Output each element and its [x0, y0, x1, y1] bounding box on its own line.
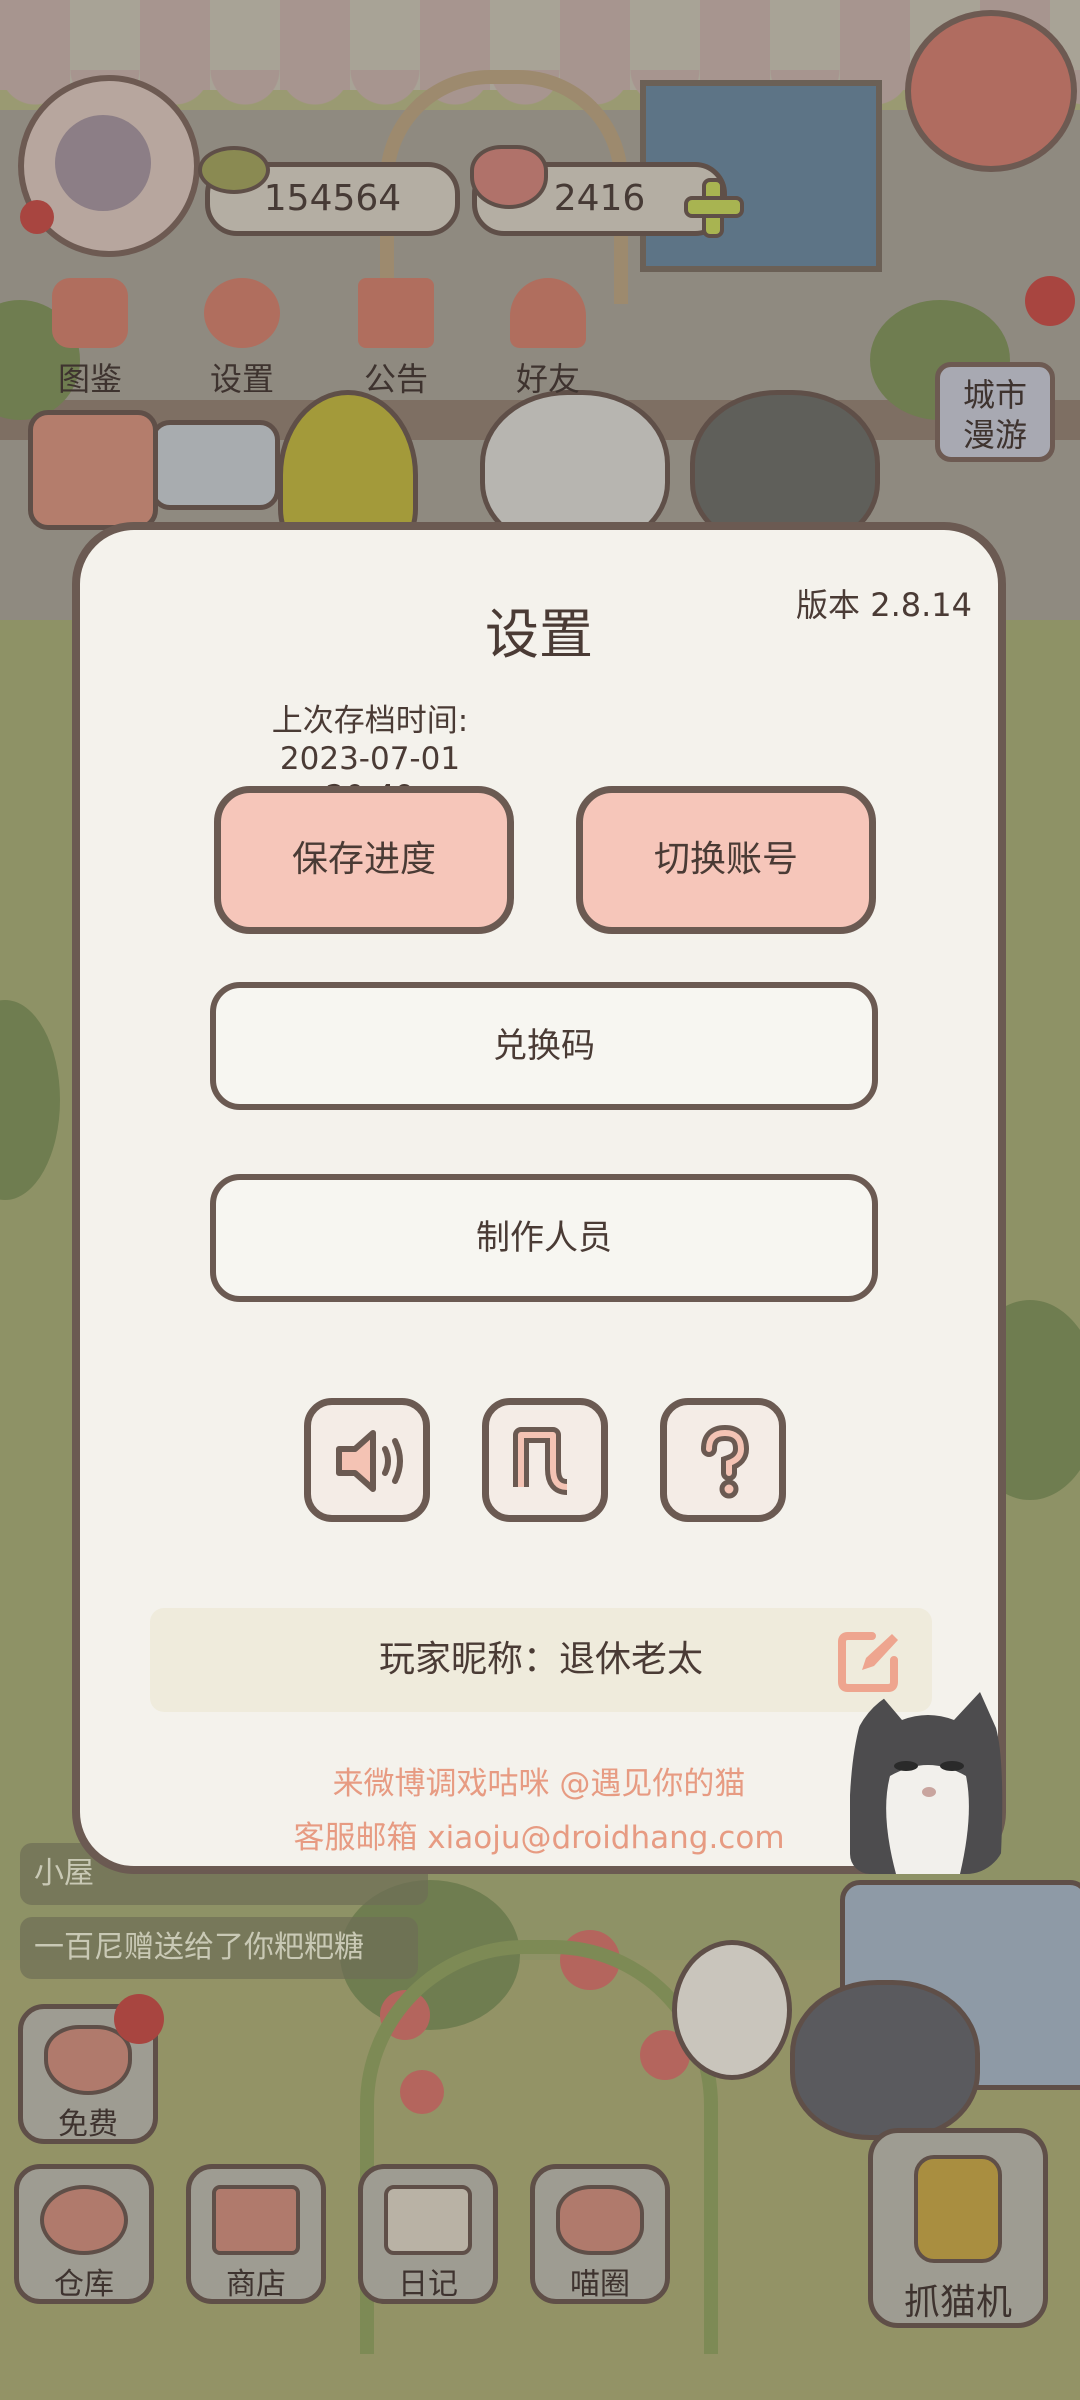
shop-label: 商店	[226, 2267, 286, 2302]
switch-account-button[interactable]: 切换账号	[576, 786, 876, 934]
notification-dot	[114, 1994, 164, 2044]
dog-character[interactable]	[790, 1980, 980, 2140]
city-travel-button[interactable]: 城市漫游	[935, 362, 1055, 462]
notepad-icon[interactable]	[28, 410, 158, 530]
diary-label: 日记	[398, 2267, 458, 2302]
music-toggle-button[interactable]	[482, 1398, 608, 1522]
heart-value: 2416	[553, 178, 646, 219]
sound-toggle-button[interactable]	[304, 1398, 430, 1522]
coin-value: 154564	[263, 178, 402, 219]
hud-button-label: 好友	[515, 360, 580, 398]
shop-icon	[212, 2185, 300, 2255]
event-badge-button[interactable]	[905, 10, 1077, 172]
free-label: 免费	[58, 2107, 118, 2142]
heart-icon	[470, 145, 548, 209]
last-save-label: 上次存档时间:	[271, 703, 469, 739]
save-progress-button[interactable]: 保存进度	[214, 786, 514, 934]
toast-message: 一百尼赠送给了你粑粑糖	[20, 1917, 418, 1979]
credits-button[interactable]: 制作人员	[210, 1174, 878, 1302]
hud-button-label: 公告	[363, 360, 428, 398]
nickname-bar: 玩家昵称：退休老太	[150, 1608, 932, 1712]
mushroom-icon	[20, 200, 54, 234]
hud-button-label: 设置	[209, 360, 274, 398]
meow-circle-button[interactable]: 喵圈	[530, 2164, 670, 2304]
heart-icon	[44, 2025, 132, 2095]
toast-text: 小屋	[34, 1856, 94, 1891]
lantern	[672, 1940, 792, 2080]
cat-planet-icon	[556, 2185, 644, 2255]
fish-coin-icon	[198, 146, 270, 194]
shop-button[interactable]: 商店	[186, 2164, 326, 2304]
hud-button-label: 图鉴	[57, 360, 122, 398]
photo-cat-decoration	[850, 1684, 1006, 1874]
music-note-icon	[513, 1427, 568, 1495]
warehouse-button[interactable]: 仓库	[14, 2164, 154, 2304]
notification-dot	[1025, 276, 1075, 326]
claw-icon	[914, 2155, 1002, 2263]
hud-button-announcement[interactable]: 公告	[336, 278, 456, 400]
telescope	[150, 420, 280, 510]
claw-machine-label: 抓猫机	[903, 2282, 1012, 2323]
city-travel-label: 城市漫游	[962, 376, 1027, 454]
add-hearts-button[interactable]	[684, 178, 744, 238]
sound-icon	[336, 1430, 403, 1492]
redeem-code-button[interactable]: 兑换码	[210, 982, 878, 1110]
nickname-text: 玩家昵称：退休老太	[378, 1639, 703, 1680]
version-label: 版本 2.8.14	[796, 586, 972, 624]
edit-icon[interactable]	[838, 1628, 902, 1692]
hud-button-friends[interactable]: 好友	[488, 278, 608, 400]
help-button[interactable]	[660, 1398, 786, 1522]
gear-icon	[204, 278, 280, 348]
avatar	[55, 115, 151, 211]
basket-icon	[40, 2185, 128, 2255]
diary-book-icon	[384, 2185, 472, 2255]
hud-button-settings[interactable]: 设置	[182, 278, 302, 400]
toast-text: 一百尼赠送给了你粑粑糖	[34, 1930, 364, 1965]
meow-circle-label: 喵圈	[570, 2267, 630, 2302]
warehouse-label: 仓库	[54, 2267, 114, 2302]
diary-button[interactable]: 日记	[358, 2164, 498, 2304]
friends-icon	[510, 278, 586, 348]
hud-button-collection[interactable]: 图鉴	[30, 278, 150, 400]
claw-machine-button[interactable]: 抓猫机	[868, 2128, 1048, 2328]
cat-face-icon	[52, 278, 128, 348]
settings-dialog: 设置 版本 2.8.14 上次存档时间: 2023-07-01 20:49 保存…	[72, 522, 1006, 1874]
help-icon	[701, 1424, 750, 1499]
gift-icon	[358, 278, 434, 348]
